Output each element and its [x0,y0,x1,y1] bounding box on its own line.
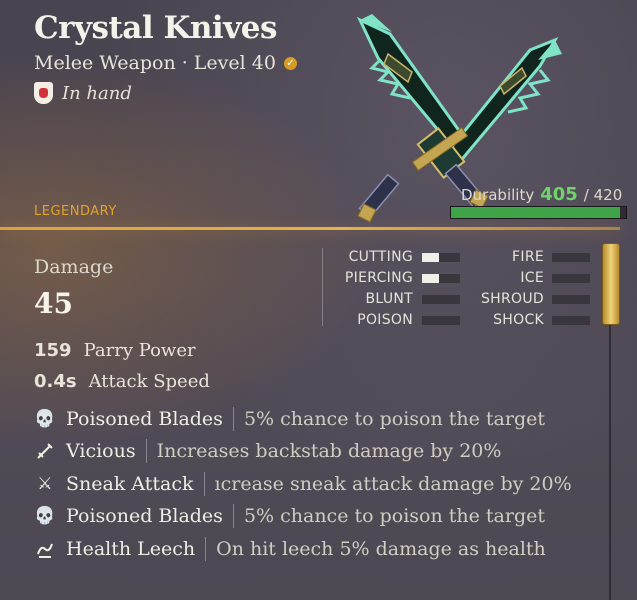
stat-label: Parry Power [83,340,196,361]
equip-status-label: In hand [62,82,132,104]
damage-type-bar [552,274,590,283]
scrollbar-thumb[interactable] [602,243,620,325]
durability-bar [450,206,627,219]
damage-type-fire: FIRE [512,249,544,265]
perk-divider [205,537,207,561]
equip-status: In hand [34,82,132,104]
perk-row[interactable]: Health Leech On hit leech 5% damage as h… [34,537,546,561]
rarity-label: LEGENDARY [34,204,117,219]
damage-type-piercing: PIERCING [344,270,413,286]
perk-row[interactable]: 💀 Poisoned Blades 5% chance to poison th… [34,504,545,528]
damage-type-poison: POISON [357,312,413,328]
leech-icon [34,538,56,560]
item-type-level: Melee Weapon · Level 40 [34,52,276,74]
damage-type-blunt: BLUNT [365,291,413,307]
perk-description: On hit leech 5% damage as health [216,538,546,560]
perk-divider [232,504,234,528]
perk-description: ıcrease sneak attack damage by 20% [214,473,572,495]
stat-parry-power: 159 Parry Power [34,340,196,361]
damage-type-bar-fill [422,253,440,262]
rarity-divider [0,227,620,230]
perk-row[interactable]: Vicious Increases backstab damage by 20% [34,439,501,463]
backstab-icon [34,440,56,462]
durability-label: Durability [461,186,535,204]
durability-current: 405 [540,184,578,205]
durability-max: / 420 [583,186,623,204]
item-title: Crystal Knives [34,10,277,46]
damage-type-shroud: SHROUD [481,291,544,307]
damage-type-shock: SHOCK [493,312,544,328]
perk-description: Increases backstab damage by 20% [156,440,502,462]
perk-description: 5% chance to poison the target [243,408,545,430]
perk-name: Poisoned Blades [66,505,223,527]
perk-row[interactable]: ⚔ Sneak Attack ıcrease sneak attack dama… [34,472,572,496]
stat-value: 159 [34,340,72,361]
damage-type-bar [552,295,590,304]
skull-icon: 💀 [34,409,56,429]
hand-slot-icon [34,82,53,104]
stat-value: 0.4s [34,371,77,392]
knife-blade-right [443,36,562,167]
scrollbar-track[interactable] [609,320,611,600]
perk-name: Poisoned Blades [66,408,223,430]
perk-divider [145,439,147,463]
durability-readout: Durability 405 / 420 [461,184,622,205]
crossed-swords-icon: ⚔ [37,474,53,494]
durability-bar-fill [451,207,620,218]
verified-check-icon: ✓ [283,56,297,70]
perk-divider [232,407,234,431]
damage-type-ice: ICE [520,270,544,286]
perk-divider [203,472,205,496]
damage-type-bar-fill [422,274,440,283]
damage-type-cutting: CUTTING [348,249,413,265]
stat-label: Attack Speed [88,371,210,392]
item-subtitle: Melee Weapon · Level 40 ✓ [34,52,297,74]
damage-type-bar [552,316,590,325]
perk-name: Health Leech [66,538,196,560]
perk-row[interactable]: 💀 Poisoned Blades 5% chance to poison th… [34,407,545,431]
damage-label: Damage [34,256,114,278]
knife-blade-left [356,14,463,145]
perk-name: Sneak Attack [66,473,194,495]
stat-attack-speed: 0.4s Attack Speed [34,371,210,392]
skull-icon: 💀 [34,506,56,526]
perk-description: 5% chance to poison the target [243,505,545,527]
damage-type-bar [552,253,590,262]
perk-name: Vicious [66,440,136,462]
damage-value: 45 [34,287,73,320]
